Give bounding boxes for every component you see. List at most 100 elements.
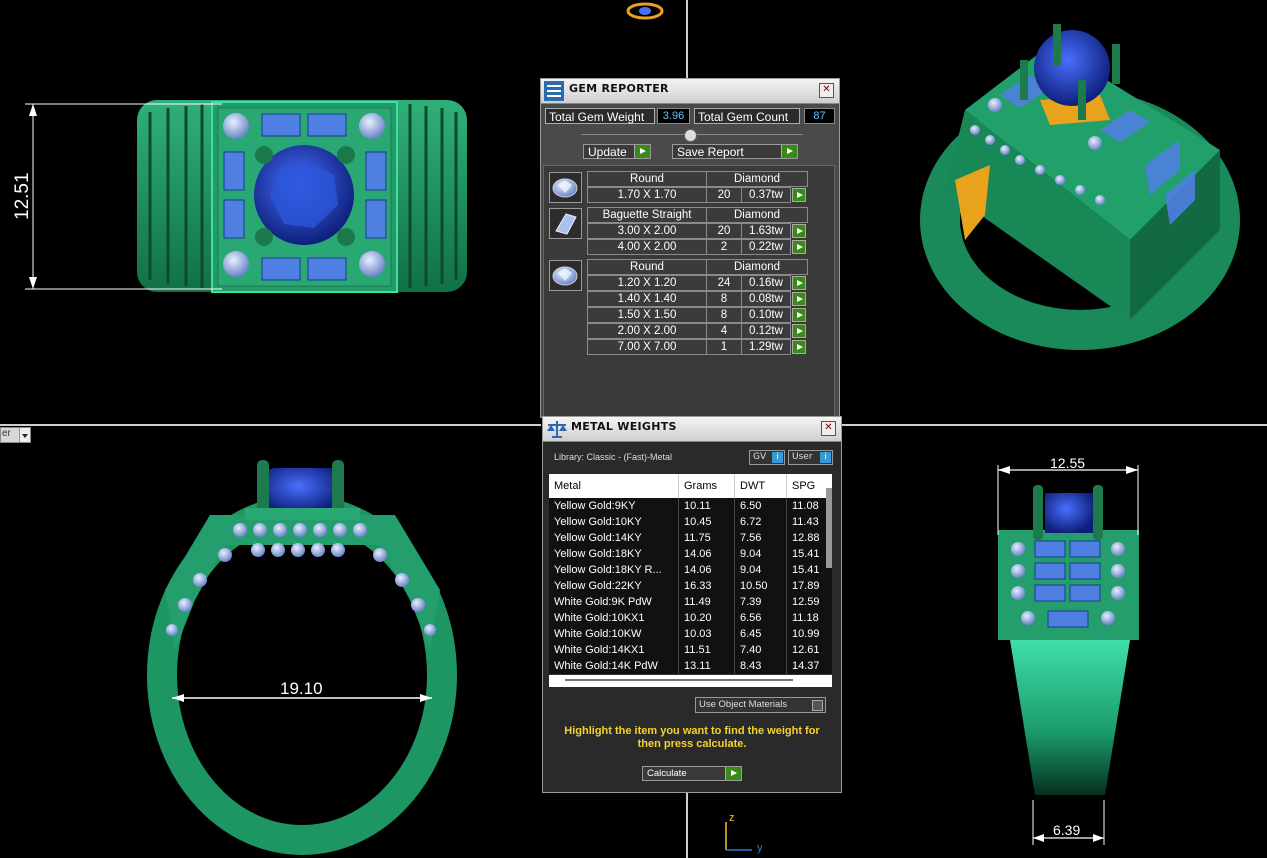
scale-icon bbox=[546, 419, 567, 439]
vertical-scrollbar[interactable] bbox=[826, 488, 832, 568]
splitter-knob[interactable] bbox=[684, 129, 697, 142]
gem-weight-cell[interactable]: 0.12tw bbox=[741, 323, 791, 339]
dimension-inner-diameter-label: 19.10 bbox=[280, 679, 323, 698]
gem-reporter-titlebar[interactable]: GEM REPORTER ✕ bbox=[541, 79, 839, 104]
update-button[interactable]: Update bbox=[583, 144, 651, 159]
gem-count-cell[interactable]: 8 bbox=[706, 291, 742, 307]
table-row[interactable]: Yellow Gold:14KY 11.75 7.56 12.88 bbox=[549, 530, 832, 547]
table-row[interactable]: Yellow Gold:18KY R... 14.06 9.04 15.41 bbox=[549, 562, 832, 579]
table-row[interactable]: Yellow Gold:18KY 14.06 9.04 15.41 bbox=[549, 546, 832, 563]
close-icon[interactable]: ✕ bbox=[821, 421, 836, 436]
gem-count-cell[interactable]: 8 bbox=[706, 307, 742, 323]
gem-count-cell[interactable]: 4 bbox=[706, 323, 742, 339]
dwt-cell: 6.50 bbox=[735, 498, 787, 514]
gem-select-button[interactable] bbox=[792, 276, 806, 290]
gem-size-cell[interactable]: 2.00 X 2.00 bbox=[587, 323, 707, 339]
gem-size-cell[interactable]: 4.00 X 2.00 bbox=[587, 239, 707, 255]
dwt-cell: 6.56 bbox=[735, 610, 787, 626]
gem-material-cell[interactable]: Diamond bbox=[706, 207, 808, 223]
dwt-cell: 9.04 bbox=[735, 562, 787, 578]
gem-weight-cell[interactable]: 0.16tw bbox=[741, 275, 791, 291]
gem-material-cell[interactable]: Diamond bbox=[706, 259, 808, 275]
update-button-label: Update bbox=[588, 145, 627, 159]
axis-indicator bbox=[725, 822, 752, 851]
save-report-button[interactable]: Save Report bbox=[672, 144, 798, 159]
metal-name-cell: White Gold:10KX1 bbox=[549, 610, 679, 626]
table-row[interactable]: White Gold:14K PdW 13.11 8.43 14.37 bbox=[549, 658, 832, 675]
grams-cell: 11.51 bbox=[679, 642, 735, 658]
gem-size-cell[interactable]: 1.70 X 1.70 bbox=[587, 187, 707, 203]
column-header-dwt[interactable]: DWT bbox=[735, 474, 787, 498]
spg-cell: 11.08 bbox=[792, 500, 819, 512]
gem-shape-cell[interactable]: Round bbox=[587, 171, 707, 187]
spg-cell: 12.88 bbox=[792, 532, 820, 544]
gem-material-cell[interactable]: Diamond bbox=[706, 171, 808, 187]
dimension-height-label: 12.51 bbox=[12, 172, 33, 220]
gem-count-cell[interactable]: 20 bbox=[706, 223, 742, 239]
spg-cell: 11.18 bbox=[792, 612, 819, 624]
gem-shape-cell[interactable]: Round bbox=[587, 259, 707, 275]
table-row[interactable]: Yellow Gold:10KY 10.45 6.72 11.43 bbox=[549, 514, 832, 531]
dwt-cell: 8.43 bbox=[735, 658, 787, 674]
gem-size-cell[interactable]: 7.00 X 7.00 bbox=[587, 339, 707, 355]
gem-select-button[interactable] bbox=[792, 340, 806, 354]
gem-select-button[interactable] bbox=[792, 292, 806, 306]
table-row[interactable]: Yellow Gold:9KY 10.11 6.50 11.08 bbox=[549, 498, 832, 515]
table-row[interactable]: Yellow Gold:22KY 16.33 10.50 17.89 bbox=[549, 578, 832, 595]
gem-select-button[interactable] bbox=[792, 224, 806, 238]
gem-count-cell[interactable]: 1 bbox=[706, 339, 742, 355]
dimension-top-width-label: 12.55 bbox=[1050, 455, 1086, 471]
use-object-materials-button[interactable]: Use Object Materials bbox=[695, 697, 826, 713]
gem-weight-cell[interactable]: 0.22tw bbox=[741, 239, 791, 255]
grams-cell: 14.06 bbox=[679, 546, 735, 562]
metal-name-cell: Yellow Gold:10KY bbox=[549, 514, 679, 530]
gem-reporter-panel: GEM REPORTER ✕ Total Gem Weight 3.96 Tot… bbox=[540, 78, 840, 418]
calculate-button[interactable]: Calculate bbox=[642, 766, 742, 781]
save-report-button-label: Save Report bbox=[677, 145, 744, 159]
gem-weight-cell[interactable]: 1.29tw bbox=[741, 339, 791, 355]
close-icon[interactable]: ✕ bbox=[819, 83, 834, 98]
metal-name-cell: Yellow Gold:9KY bbox=[549, 498, 679, 514]
gem-select-button[interactable] bbox=[792, 308, 806, 322]
grams-cell: 11.49 bbox=[679, 594, 735, 610]
metal-weights-title: METAL WEIGHTS bbox=[571, 420, 677, 433]
dwt-cell: 9.04 bbox=[735, 546, 787, 562]
gem-count-cell[interactable]: 20 bbox=[706, 187, 742, 203]
gem-select-button[interactable] bbox=[792, 240, 806, 254]
table-row[interactable]: White Gold:10KW 10.03 6.45 10.99 bbox=[549, 626, 832, 643]
table-row[interactable]: White Gold:9K PdW 11.49 7.39 12.59 bbox=[549, 594, 832, 611]
metal-weights-table: Metal Grams DWT SPG Yellow Gold:9KY 10.11… bbox=[549, 474, 832, 687]
front-view-ring bbox=[147, 460, 457, 855]
metal-name-cell: White Gold:9K PdW bbox=[549, 594, 679, 610]
spg-cell: 12.61 bbox=[792, 644, 820, 656]
gem-weight-cell[interactable]: 0.08tw bbox=[741, 291, 791, 307]
user-toggle[interactable]: User i bbox=[788, 450, 833, 465]
gem-count-cell[interactable]: 24 bbox=[706, 275, 742, 291]
dimension-bottom-width-label: 6.39 bbox=[1053, 822, 1081, 838]
gem-count-cell[interactable]: 2 bbox=[706, 239, 742, 255]
gem-size-cell[interactable]: 1.40 X 1.40 bbox=[587, 291, 707, 307]
total-gem-count-value: 87 bbox=[804, 108, 835, 124]
gem-size-cell[interactable]: 3.00 X 2.00 bbox=[587, 223, 707, 239]
gem-shape-cell[interactable]: Baguette Straight bbox=[587, 207, 707, 223]
gem-weight-cell[interactable]: 0.37tw bbox=[741, 187, 791, 203]
total-gem-weight-label: Total Gem Weight bbox=[545, 108, 655, 124]
metal-name-cell: White Gold:10KW bbox=[549, 626, 679, 642]
play-icon bbox=[725, 767, 741, 780]
table-row[interactable]: White Gold:10KX1 10.20 6.56 11.18 bbox=[549, 610, 832, 627]
calculate-button-label: Calculate bbox=[647, 768, 687, 779]
column-header-spg[interactable]: SPG bbox=[787, 474, 823, 498]
gem-select-button[interactable] bbox=[792, 324, 806, 338]
gv-toggle[interactable]: GV i bbox=[749, 450, 785, 465]
metal-weights-titlebar[interactable]: METAL WEIGHTS ✕ bbox=[543, 417, 841, 442]
horizontal-scrollbar[interactable] bbox=[565, 679, 793, 681]
gem-size-cell[interactable]: 1.50 X 1.50 bbox=[587, 307, 707, 323]
grams-cell: 11.75 bbox=[679, 530, 735, 546]
table-row[interactable]: White Gold:14KX1 11.51 7.40 12.61 bbox=[549, 642, 832, 659]
gem-weight-cell[interactable]: 0.10tw bbox=[741, 307, 791, 323]
column-header-metal[interactable]: Metal bbox=[549, 474, 679, 498]
column-header-grams[interactable]: Grams bbox=[679, 474, 735, 498]
gem-size-cell[interactable]: 1.20 X 1.20 bbox=[587, 275, 707, 291]
gem-select-button[interactable] bbox=[792, 188, 806, 202]
gem-weight-cell[interactable]: 1.63tw bbox=[741, 223, 791, 239]
